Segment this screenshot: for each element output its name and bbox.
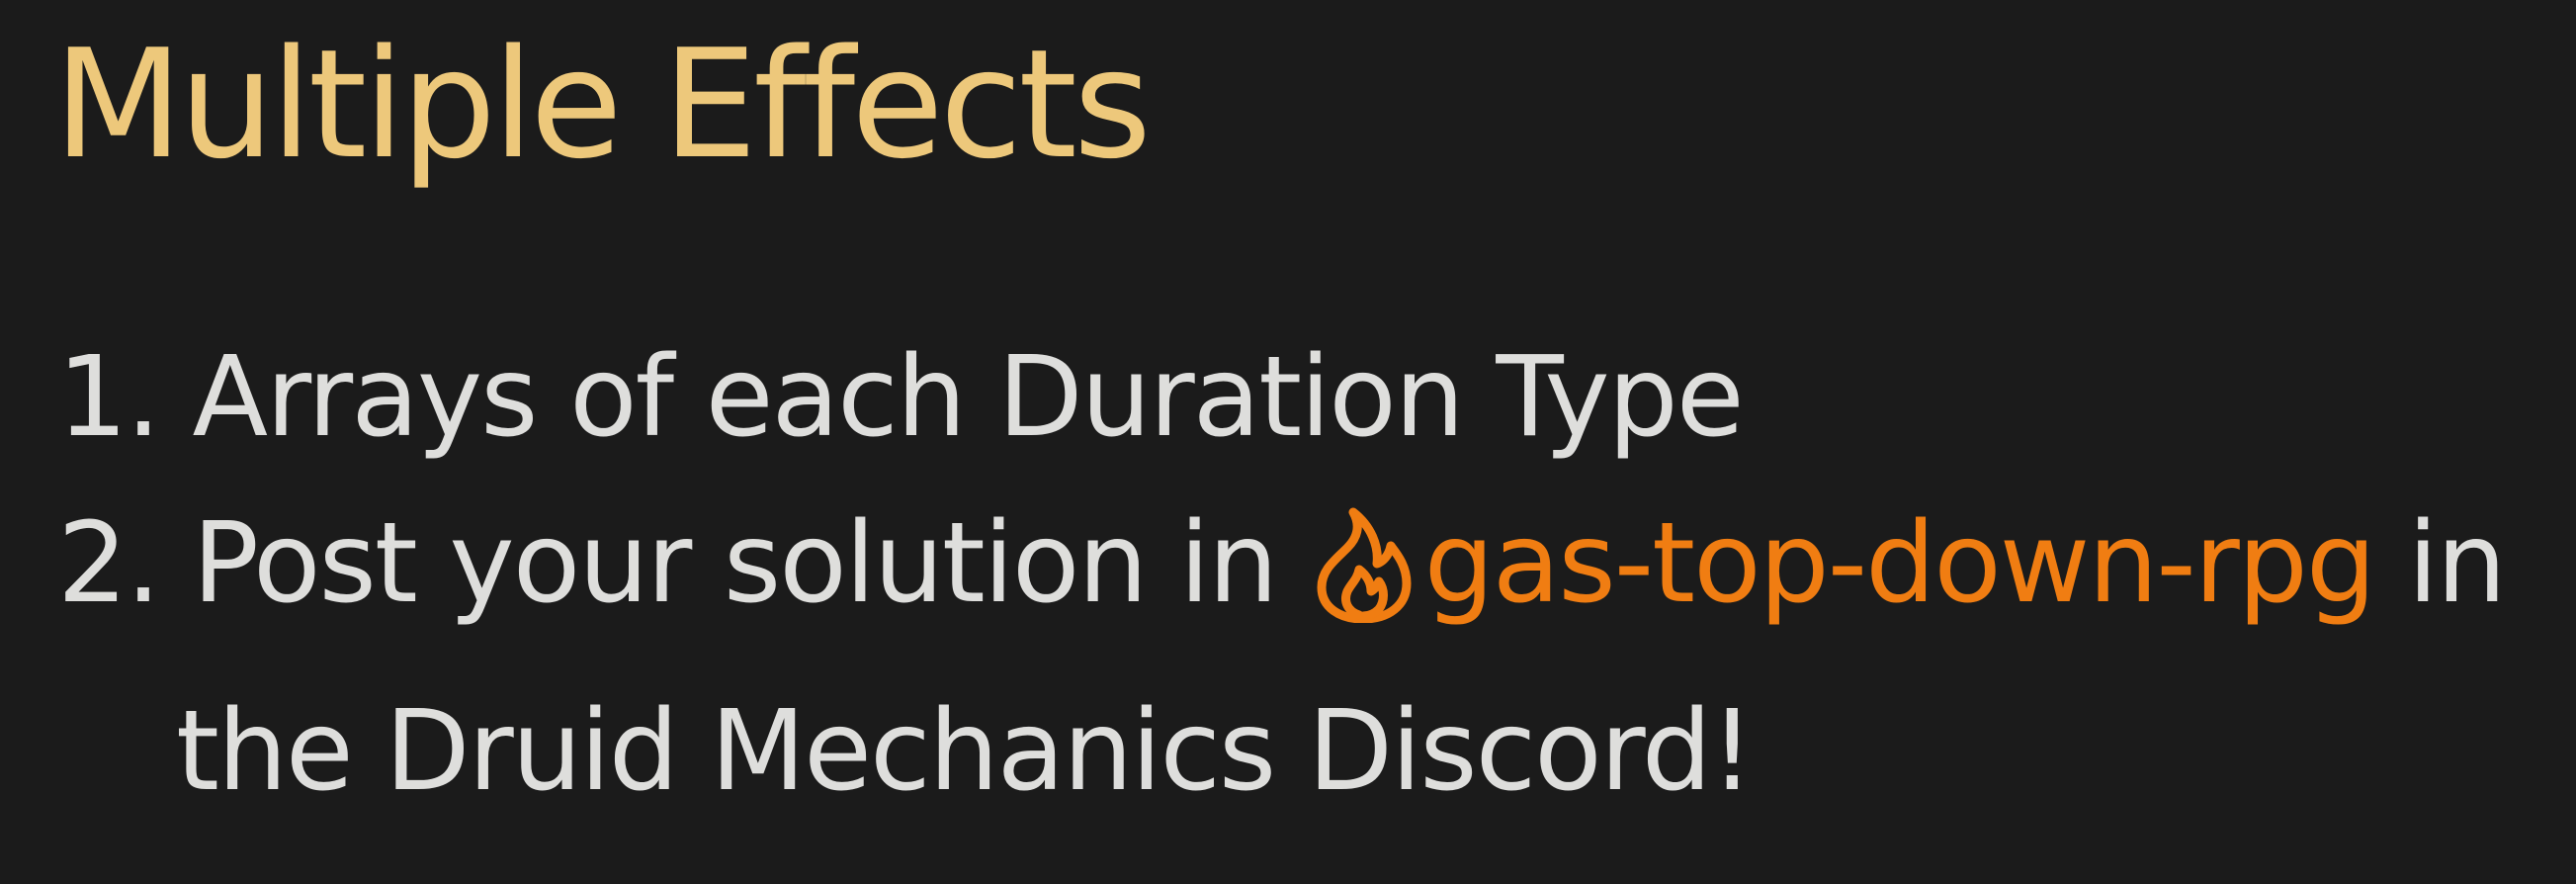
- list-item-2-continuation: the Druid Mechanics Discord!: [176, 687, 1755, 816]
- discord-channel-name: gas-top-down-rpg: [1423, 499, 2376, 628]
- list-item-1-text: Arrays of each Duration Type: [192, 333, 1744, 462]
- list-item-1-number: 1.: [57, 333, 161, 462]
- list-item-2: 2. Post your solution in gas-top-down-rp…: [57, 481, 2507, 668]
- list-item-2-text: Post your solution in: [192, 499, 1310, 628]
- list-item-1: 1. Arrays of each Duration Type: [57, 314, 2505, 481]
- flame-icon: [1310, 502, 1418, 668]
- list-item-2-text-after: in: [2373, 499, 2507, 628]
- list-item-2-number: 2.: [57, 499, 161, 628]
- discord-channel-link[interactable]: gas-top-down-rpg: [1310, 499, 2376, 628]
- slide: Multiple Effects 1. Arrays of each Durat…: [0, 0, 2576, 884]
- effects-list: 1. Arrays of each Duration Type 2. Post …: [57, 314, 2507, 835]
- slide-title: Multiple Effects: [53, 17, 1152, 192]
